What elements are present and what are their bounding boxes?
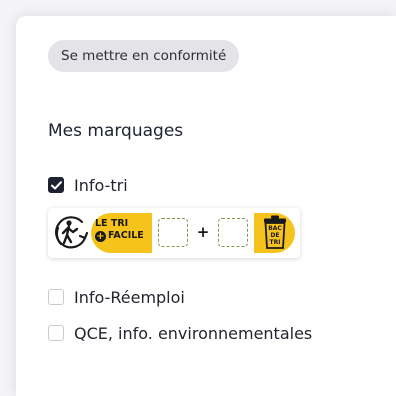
info-reemploi-label: Info-Réemploi xyxy=(74,287,185,307)
settings-panel: Se mettre en conformité Mes marquages In… xyxy=(16,16,396,396)
le-tri-text: LE TRI xyxy=(95,218,129,229)
qce-checkbox[interactable] xyxy=(48,325,64,341)
info-reemploi-option[interactable]: Info-Réemploi xyxy=(48,286,185,308)
info-tri-option[interactable]: Info-tri xyxy=(48,174,128,196)
bin-text-2: DE xyxy=(270,232,279,239)
info-tri-logo-preview: LE TRI + FACILE + BAC DE TRI xyxy=(48,208,300,258)
pictogram-slots: + xyxy=(152,213,254,253)
checkmark-icon xyxy=(50,180,62,189)
plus-badge-icon: + xyxy=(95,231,106,242)
facile-text: FACILE xyxy=(108,230,144,241)
bin-text-1: BAC xyxy=(268,225,282,232)
pictogram-slot-2 xyxy=(218,218,248,247)
triman-icon xyxy=(55,216,89,249)
pictogram-slot-1 xyxy=(158,218,188,247)
info-tri-band: LE TRI + FACILE + BAC DE TRI xyxy=(91,213,295,253)
section-title: Mes marquages xyxy=(48,121,184,141)
info-reemploi-checkbox[interactable] xyxy=(48,289,64,305)
recycling-bin-icon: BAC DE TRI xyxy=(264,215,286,249)
info-tri-checkbox[interactable] xyxy=(48,177,64,193)
le-tri-facile-label: LE TRI + FACILE xyxy=(95,218,144,242)
qce-label: QCE, info. environnementales xyxy=(74,323,313,343)
plus-sign: + xyxy=(196,223,210,241)
qce-option[interactable]: QCE, info. environnementales xyxy=(48,322,312,344)
info-tri-label: Info-tri xyxy=(74,175,128,195)
compliance-button[interactable]: Se mettre en conformité xyxy=(48,40,240,72)
bin-text-3: TRI xyxy=(270,239,281,246)
